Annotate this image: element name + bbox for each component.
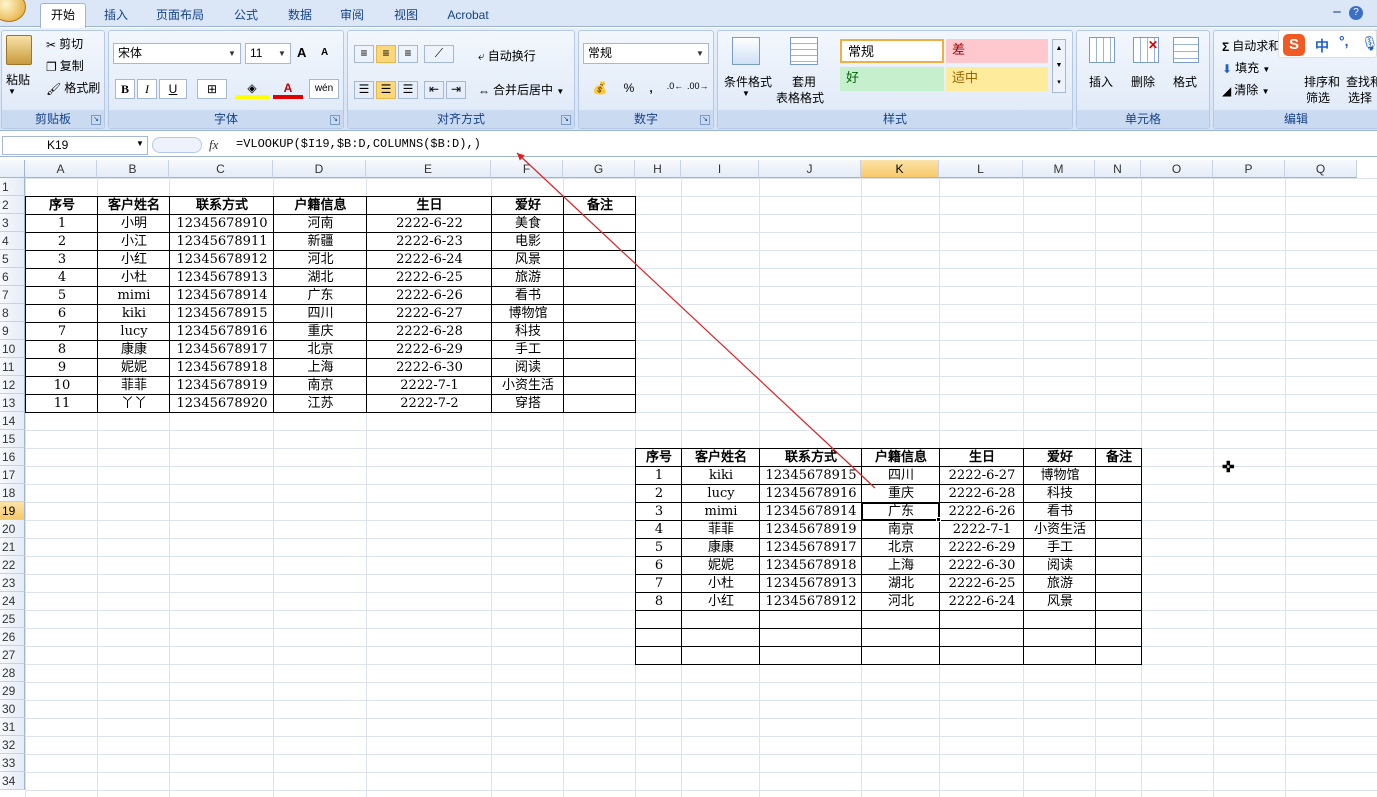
annotation-arrow [516, 152, 876, 489]
cursor-icon: ✜ [1222, 459, 1235, 476]
